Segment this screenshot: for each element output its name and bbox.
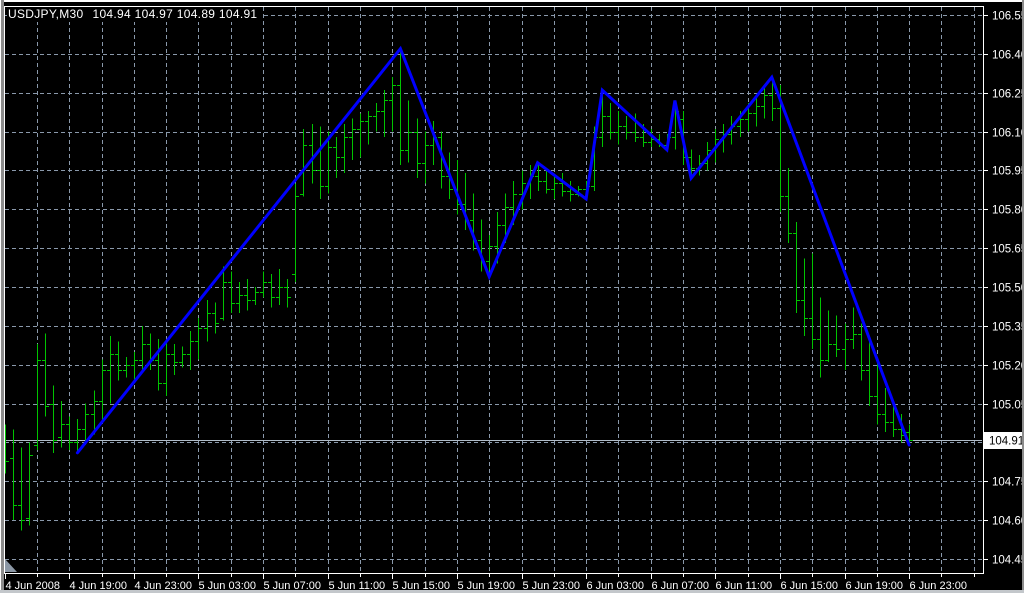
- price-tick-label: 106.40: [992, 50, 1024, 62]
- chart-background: [0, 0, 1024, 594]
- price-tick-label: 106.25: [992, 89, 1024, 101]
- current-price-label: 104.91: [989, 436, 1024, 448]
- price-tick-label: 106.55: [992, 11, 1024, 23]
- price-tick-label: 105.20: [992, 361, 1024, 373]
- ohlc-readout: 104.94 104.97 104.89 104.91: [92, 7, 257, 21]
- price-tick-label: 106.10: [992, 128, 1024, 140]
- price-tick-label: 105.95: [992, 166, 1024, 178]
- price-tick-label: 105.50: [992, 283, 1024, 295]
- window-bottom-edge: [0, 590, 1024, 594]
- symbol-period-label: USDJPY,M30: [8, 7, 83, 21]
- price-tick-label: 105.80: [992, 205, 1024, 217]
- price-tick-label: 105.65: [992, 244, 1024, 256]
- price-tick-label: 104.75: [992, 477, 1024, 489]
- chart-ohlc-overlay: USDJPY,M30 104.94 104.97 104.89 104.91: [7, 7, 263, 22]
- price-tick-label: 104.45: [992, 555, 1024, 567]
- window-top-edge: [0, 0, 1024, 2]
- price-tick-label: 105.05: [992, 400, 1024, 412]
- price-tick-label: 105.35: [992, 322, 1024, 334]
- mt4-chart-window: 106.55 106.40 106.25 106.10 105.95 105.80 105.…: [0, 0, 1024, 594]
- window-left-edge: [0, 0, 4, 594]
- price-chart-canvas[interactable]: 106.55 106.40 106.25 106.10 105.95 105.80 105.…: [0, 0, 1024, 594]
- price-tick-label: 104.60: [992, 516, 1024, 528]
- current-price-box: 104.91: [984, 433, 1024, 449]
